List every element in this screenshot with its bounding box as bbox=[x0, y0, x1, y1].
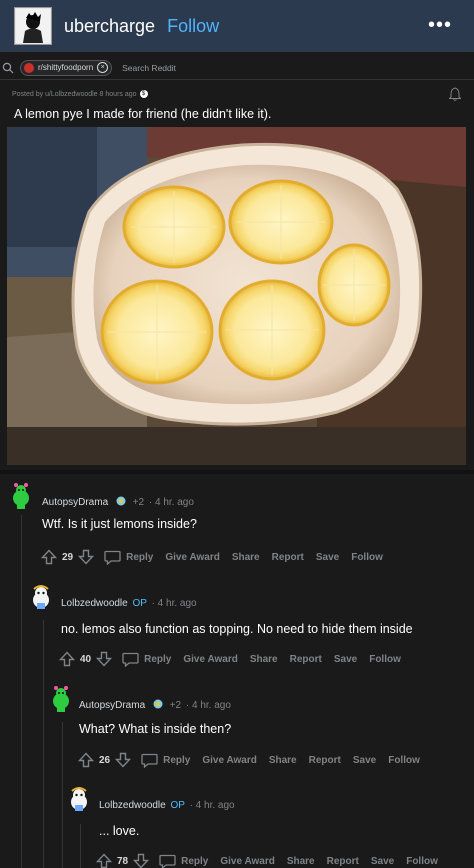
more-options-icon[interactable]: ••• bbox=[428, 14, 452, 37]
section-divider bbox=[0, 470, 474, 474]
reply-button[interactable]: Reply bbox=[181, 856, 208, 867]
follow-comment-button[interactable]: Follow bbox=[369, 654, 401, 665]
give-award-button[interactable]: Give Award bbox=[220, 856, 274, 867]
snoo-avatar-icon[interactable] bbox=[28, 584, 54, 612]
search-input[interactable]: Search Reddit bbox=[122, 63, 176, 73]
comment-time: · 4 hr. ago bbox=[148, 497, 194, 508]
comment-actions: 40 Reply Give Award Share Report Save Fo… bbox=[59, 651, 413, 667]
report-button[interactable]: Report bbox=[309, 755, 341, 766]
karma-delta: +2 bbox=[169, 700, 182, 711]
follow-comment-button[interactable]: Follow bbox=[406, 856, 438, 867]
comment-actions: 26 Reply Give Award Share Report Save Fo… bbox=[78, 752, 432, 768]
post-title[interactable]: A lemon pye I made for friend (he didn't… bbox=[14, 107, 271, 121]
comment-author[interactable]: AutopsyDrama bbox=[42, 497, 108, 508]
comment-body: Wtf. Is it just lemons inside? bbox=[42, 517, 197, 531]
reply-button[interactable]: Reply bbox=[144, 654, 171, 665]
comment-actions: 29 Reply Give Award Share Report Save Fo… bbox=[41, 549, 395, 565]
reply-icon[interactable] bbox=[104, 550, 121, 565]
reply-icon[interactable] bbox=[122, 652, 139, 667]
upvote-icon[interactable] bbox=[59, 651, 75, 667]
comment-body: What? What is inside then? bbox=[79, 722, 232, 736]
coin-icon: $ bbox=[139, 90, 148, 98]
vote-count: 26 bbox=[99, 754, 111, 766]
comment-author-line: Lolbzedwoodle OP · 4 hr. ago bbox=[61, 598, 197, 609]
comment-author[interactable]: Lolbzedwoodle bbox=[61, 598, 128, 609]
screenshot-root: ubercharge Follow ••• r/shittyfoodporn ×… bbox=[0, 0, 474, 868]
thread-line[interactable] bbox=[62, 722, 63, 868]
comment-actions: 78 Reply Give Award Share Report Save Fo… bbox=[96, 853, 450, 868]
thread-line[interactable] bbox=[80, 824, 81, 868]
close-icon[interactable]: × bbox=[97, 62, 109, 73]
report-button[interactable]: Report bbox=[290, 654, 322, 665]
report-button[interactable]: Report bbox=[272, 552, 304, 563]
give-award-button[interactable]: Give Award bbox=[165, 552, 219, 563]
comment-time: · 4 hr. ago bbox=[151, 598, 197, 609]
save-button[interactable]: Save bbox=[353, 755, 376, 766]
snoo-avatar-icon[interactable] bbox=[8, 482, 34, 510]
comment-time: · 4 hr. ago bbox=[189, 800, 235, 811]
downvote-icon[interactable] bbox=[115, 752, 132, 768]
upvote-icon[interactable] bbox=[78, 752, 94, 768]
subreddit-name: r/shittyfoodporn bbox=[38, 63, 94, 72]
post-meta: Posted by u/Lolbzedwoodle 8 hours ago $ bbox=[12, 90, 148, 98]
vote-count: 40 bbox=[80, 653, 92, 665]
op-badge: OP bbox=[170, 800, 185, 811]
thread-line[interactable] bbox=[21, 515, 22, 868]
reply-button[interactable]: Reply bbox=[163, 755, 190, 766]
subreddit-icon bbox=[24, 62, 34, 73]
reply-icon[interactable] bbox=[159, 854, 176, 868]
save-button[interactable]: Save bbox=[316, 552, 339, 563]
avatar-figure-icon bbox=[16, 9, 50, 43]
vote-count: 78 bbox=[117, 855, 129, 867]
award-icon bbox=[116, 496, 126, 506]
post-meta-text: Posted by u/Lolbzedwoodle 8 hours ago bbox=[12, 90, 137, 98]
thread-line[interactable] bbox=[43, 620, 44, 868]
search-icon[interactable] bbox=[2, 62, 14, 74]
share-button[interactable]: Share bbox=[250, 654, 278, 665]
report-button[interactable]: Report bbox=[327, 856, 359, 867]
upvote-icon[interactable] bbox=[96, 853, 112, 868]
upvote-icon[interactable] bbox=[41, 549, 57, 565]
reply-icon[interactable] bbox=[141, 753, 158, 768]
comment-body: no. lemos also function as topping. No n… bbox=[61, 622, 413, 636]
snoo-avatar-icon[interactable] bbox=[66, 786, 92, 814]
save-button[interactable]: Save bbox=[334, 654, 357, 665]
username[interactable]: ubercharge bbox=[64, 16, 155, 37]
comment-author-line: AutopsyDrama +2 · 4 hr. ago bbox=[42, 496, 194, 508]
share-button[interactable]: Share bbox=[287, 856, 315, 867]
op-badge: OP bbox=[132, 598, 147, 609]
downvote-icon[interactable] bbox=[96, 651, 113, 667]
subreddit-filter-chip[interactable]: r/shittyfoodporn × bbox=[20, 59, 113, 76]
comment-body: ... love. bbox=[99, 824, 140, 838]
comment-author[interactable]: AutopsyDrama bbox=[79, 700, 145, 711]
follow-button[interactable]: Follow bbox=[167, 16, 219, 37]
follow-comment-button[interactable]: Follow bbox=[388, 755, 420, 766]
comment-author[interactable]: Lolbzedwoodle bbox=[99, 800, 166, 811]
reddit-search-bar: r/shittyfoodporn × Search Reddit bbox=[0, 56, 474, 80]
vote-count: 29 bbox=[62, 551, 74, 563]
follow-comment-button[interactable]: Follow bbox=[351, 552, 383, 563]
give-award-button[interactable]: Give Award bbox=[183, 654, 237, 665]
post-image[interactable] bbox=[7, 127, 466, 465]
share-button[interactable]: Share bbox=[232, 552, 260, 563]
user-avatar[interactable] bbox=[14, 7, 52, 45]
share-button[interactable]: Share bbox=[269, 755, 297, 766]
reply-button[interactable]: Reply bbox=[126, 552, 153, 563]
lemon-pie-image bbox=[7, 127, 466, 465]
award-icon bbox=[153, 699, 163, 709]
downvote-icon[interactable] bbox=[133, 853, 150, 868]
save-button[interactable]: Save bbox=[371, 856, 394, 867]
downvote-icon[interactable] bbox=[78, 549, 95, 565]
bell-icon[interactable] bbox=[449, 87, 461, 101]
karma-delta: +2 bbox=[132, 497, 145, 508]
comment-author-line: Lolbzedwoodle OP · 4 hr. ago bbox=[99, 800, 235, 811]
give-award-button[interactable]: Give Award bbox=[202, 755, 256, 766]
comment-time: · 4 hr. ago bbox=[185, 700, 231, 711]
comment-author-line: AutopsyDrama +2 · 4 hr. ago bbox=[79, 699, 231, 711]
tumblr-post-header: ubercharge Follow ••• bbox=[0, 0, 474, 52]
snoo-avatar-icon[interactable] bbox=[48, 685, 74, 713]
